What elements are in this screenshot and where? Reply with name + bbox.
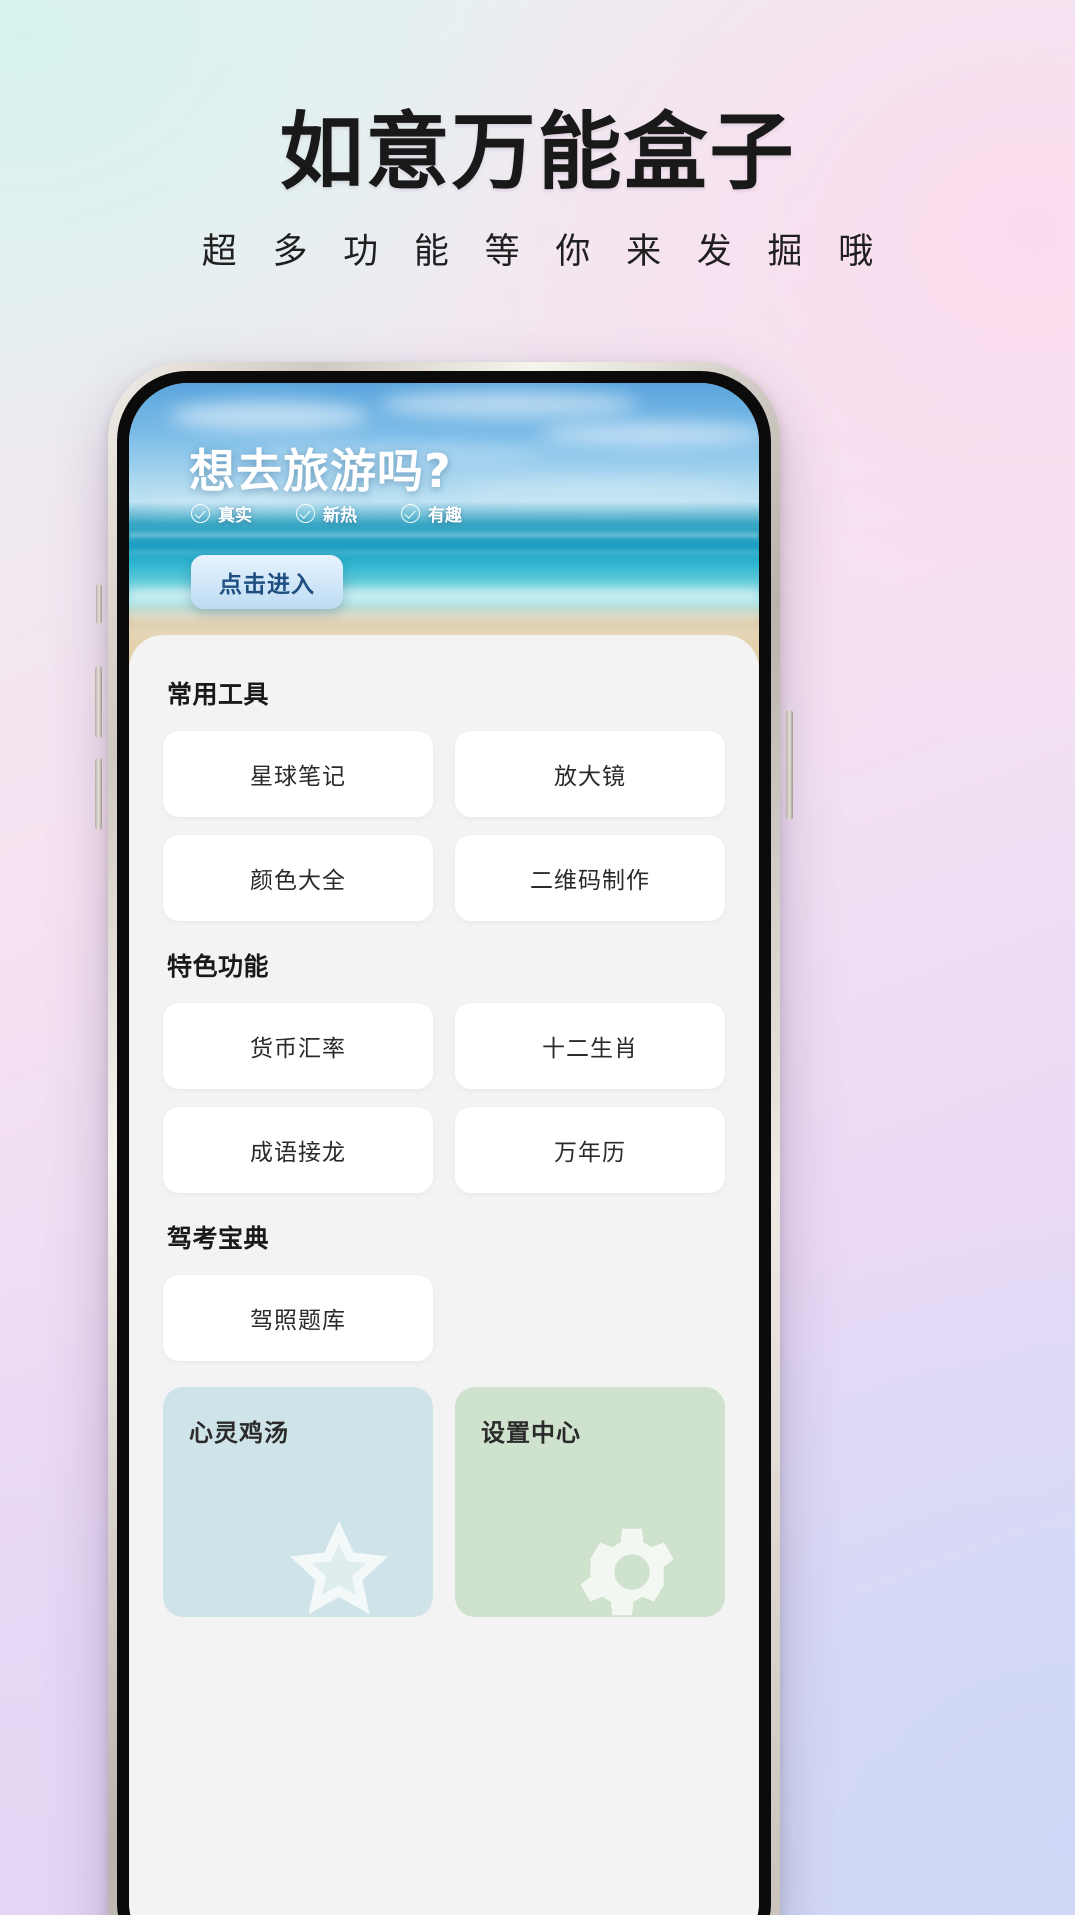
enter-button[interactable]: 点击进入 xyxy=(191,555,343,609)
banner-badge-label: 有趣 xyxy=(428,506,462,525)
headline-block: 如意万能盒子 超 多 功 能 等 你 来 发 掘 哦 xyxy=(0,0,1075,274)
section-title-driving-exam: 驾考宝典 xyxy=(167,1225,270,1253)
tool-card-label: 成语接龙 xyxy=(250,1139,346,1165)
section-title-common-tools: 常用工具 xyxy=(167,681,270,709)
tool-card-color-encyclopedia[interactable]: 颜色大全 xyxy=(163,835,433,921)
banner-badge-list: 真实 新热 有趣 xyxy=(191,501,462,526)
phone-mockup: 想去旅游吗? 真实 新热 有趣 点击进入 常用工具 星球笔记 放大镜 颜色大全 … xyxy=(95,362,793,1915)
tool-card-qr-generator[interactable]: 二维码制作 xyxy=(455,835,725,921)
feature-card-label: 心灵鸡汤 xyxy=(189,1420,289,1447)
tool-grid-common: 星球笔记 放大镜 颜色大全 二维码制作 xyxy=(163,731,725,921)
page-subtitle: 超 多 功 能 等 你 来 发 掘 哦 xyxy=(201,232,887,272)
tool-card-label: 星球笔记 xyxy=(250,763,346,789)
check-circle-icon xyxy=(191,504,210,523)
banner-badge: 新热 xyxy=(296,501,357,526)
banner-badge: 真实 xyxy=(191,501,252,526)
tool-card-label: 万年历 xyxy=(554,1139,626,1165)
check-circle-icon xyxy=(296,504,315,523)
tool-grid-featured: 货币汇率 十二生肖 成语接龙 万年历 xyxy=(163,1003,725,1193)
tool-card-idiom-chain[interactable]: 成语接龙 xyxy=(163,1107,433,1193)
phone-screen: 想去旅游吗? 真实 新热 有趣 点击进入 常用工具 星球笔记 放大镜 颜色大全 … xyxy=(129,383,759,1915)
silent-switch[interactable] xyxy=(96,584,102,624)
banner-badge-label: 新热 xyxy=(323,506,357,525)
tool-card-driving-question-bank[interactable]: 驾照题库 xyxy=(163,1275,433,1361)
tool-card-magnifier[interactable]: 放大镜 xyxy=(455,731,725,817)
enter-button-label: 点击进入 xyxy=(219,571,315,597)
feature-card-soul-soup[interactable]: 心灵鸡汤 xyxy=(163,1387,433,1617)
tool-card-perpetual-calendar[interactable]: 万年历 xyxy=(455,1107,725,1193)
tool-card-label: 货币汇率 xyxy=(250,1035,346,1061)
page-title: 如意万能盒子 xyxy=(279,103,796,201)
feature-card-label: 设置中心 xyxy=(481,1420,581,1447)
power-button[interactable] xyxy=(786,710,793,820)
phone-bezel: 想去旅游吗? 真实 新热 有趣 点击进入 常用工具 星球笔记 放大镜 颜色大全 … xyxy=(117,371,771,1915)
tool-card-planet-notes[interactable]: 星球笔记 xyxy=(163,731,433,817)
banner-badge-label: 真实 xyxy=(218,506,252,525)
volume-up-button[interactable] xyxy=(95,666,102,738)
feature-card-row: 心灵鸡汤 设置中心 xyxy=(163,1387,725,1617)
section-title-featured: 特色功能 xyxy=(167,953,270,981)
tool-card-label: 放大镜 xyxy=(554,763,626,789)
gear-icon xyxy=(580,1528,674,1616)
tool-card-label: 十二生肖 xyxy=(542,1035,638,1061)
tool-card-currency-rate[interactable]: 货币汇率 xyxy=(163,1003,433,1089)
tool-card-chinese-zodiac[interactable]: 十二生肖 xyxy=(455,1003,725,1089)
content-sheet: 常用工具 星球笔记 放大镜 颜色大全 二维码制作 特色功能 货币汇率 十二生肖 … xyxy=(129,635,759,1915)
banner-title: 想去旅游吗? xyxy=(189,444,452,498)
tool-card-label: 颜色大全 xyxy=(250,867,346,893)
tool-card-label: 驾照题库 xyxy=(250,1307,346,1333)
feature-card-settings[interactable]: 设置中心 xyxy=(455,1387,725,1617)
tool-grid-driving: 驾照题库 xyxy=(163,1275,725,1361)
star-icon xyxy=(290,1521,388,1614)
banner-badge: 有趣 xyxy=(401,501,462,526)
tool-card-label: 二维码制作 xyxy=(530,867,650,893)
volume-down-button[interactable] xyxy=(95,758,102,830)
check-circle-icon xyxy=(401,504,420,523)
